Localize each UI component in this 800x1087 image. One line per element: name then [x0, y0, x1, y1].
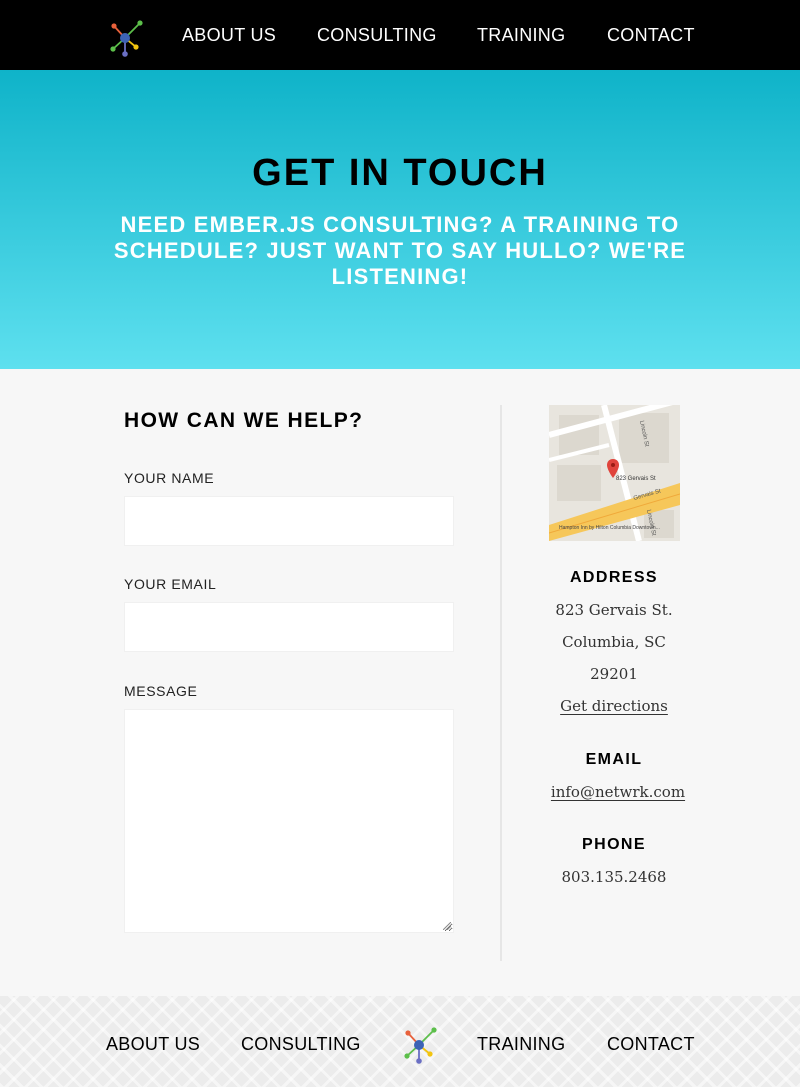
network-node-icon[interactable] [106, 19, 144, 57]
location-map[interactable]: 823 Gervais St Gervais St Lincoln St Lin… [549, 405, 680, 541]
hero-banner: GET IN TOUCH NEED EMBER.JS CONSULTING? A… [0, 70, 800, 369]
footer-nav-about-us[interactable]: ABOUT US [106, 1033, 200, 1055]
hero-subtitle: NEED EMBER.JS CONSULTING? A TRAINING TO … [113, 212, 687, 289]
nav-contact[interactable]: CONTACT [607, 24, 695, 46]
email-input[interactable] [125, 603, 453, 651]
map-graphic: 823 Gervais St Gervais St Lincoln St Lin… [549, 405, 680, 541]
address-line: 823 Gervais St. [555, 601, 673, 619]
phone-number: 803.135.2468 [561, 868, 667, 886]
email-label: YOUR EMAIL [124, 576, 217, 592]
contact-section: HOW CAN WE HELP? YOUR NAME YOUR EMAIL ME… [0, 369, 800, 996]
footer-nav-training[interactable]: TRAINING [477, 1033, 565, 1055]
address-heading: ADDRESS [569, 569, 659, 586]
directions-link-wrapper: Get directions [514, 697, 714, 715]
top-navigation: ABOUT US CONSULTING TRAINING CONTACT [0, 0, 800, 70]
map-poi-label: Hampton Inn by Hilton Columbia Downtown.… [559, 525, 660, 531]
name-field-wrapper [124, 496, 454, 546]
email-link[interactable]: info@netwrk.com [551, 783, 685, 801]
footer-nav-consulting[interactable]: CONSULTING [241, 1033, 361, 1055]
page-title: GET IN TOUCH [252, 152, 548, 194]
name-label: YOUR NAME [124, 470, 215, 486]
column-divider [500, 405, 502, 961]
nav-consulting[interactable]: CONSULTING [317, 24, 437, 46]
email-link-wrapper: info@netwrk.com [518, 783, 718, 801]
address-line: 29201 [590, 665, 638, 683]
network-node-icon[interactable] [400, 1026, 438, 1064]
get-directions-link[interactable]: Get directions [560, 697, 668, 715]
message-textarea[interactable] [125, 710, 453, 932]
nav-about-us[interactable]: ABOUT US [182, 24, 276, 46]
address-line: Columbia, SC [562, 633, 666, 651]
footer-nav-contact[interactable]: CONTACT [607, 1033, 695, 1055]
email-field-wrapper [124, 602, 454, 652]
nav-training[interactable]: TRAINING [477, 24, 565, 46]
name-input[interactable] [125, 497, 453, 545]
phone-heading: PHONE [582, 836, 646, 853]
message-label: MESSAGE [124, 683, 198, 699]
message-field-wrapper [124, 709, 454, 933]
map-address-label: 823 Gervais St [616, 476, 656, 482]
email-heading: EMAIL [585, 751, 643, 768]
resize-handle-icon[interactable] [443, 922, 451, 930]
footer-navigation: ABOUT US CONSULTING TRAINING CONTACT [0, 996, 800, 1087]
form-title: HOW CAN WE HELP? [124, 409, 364, 432]
